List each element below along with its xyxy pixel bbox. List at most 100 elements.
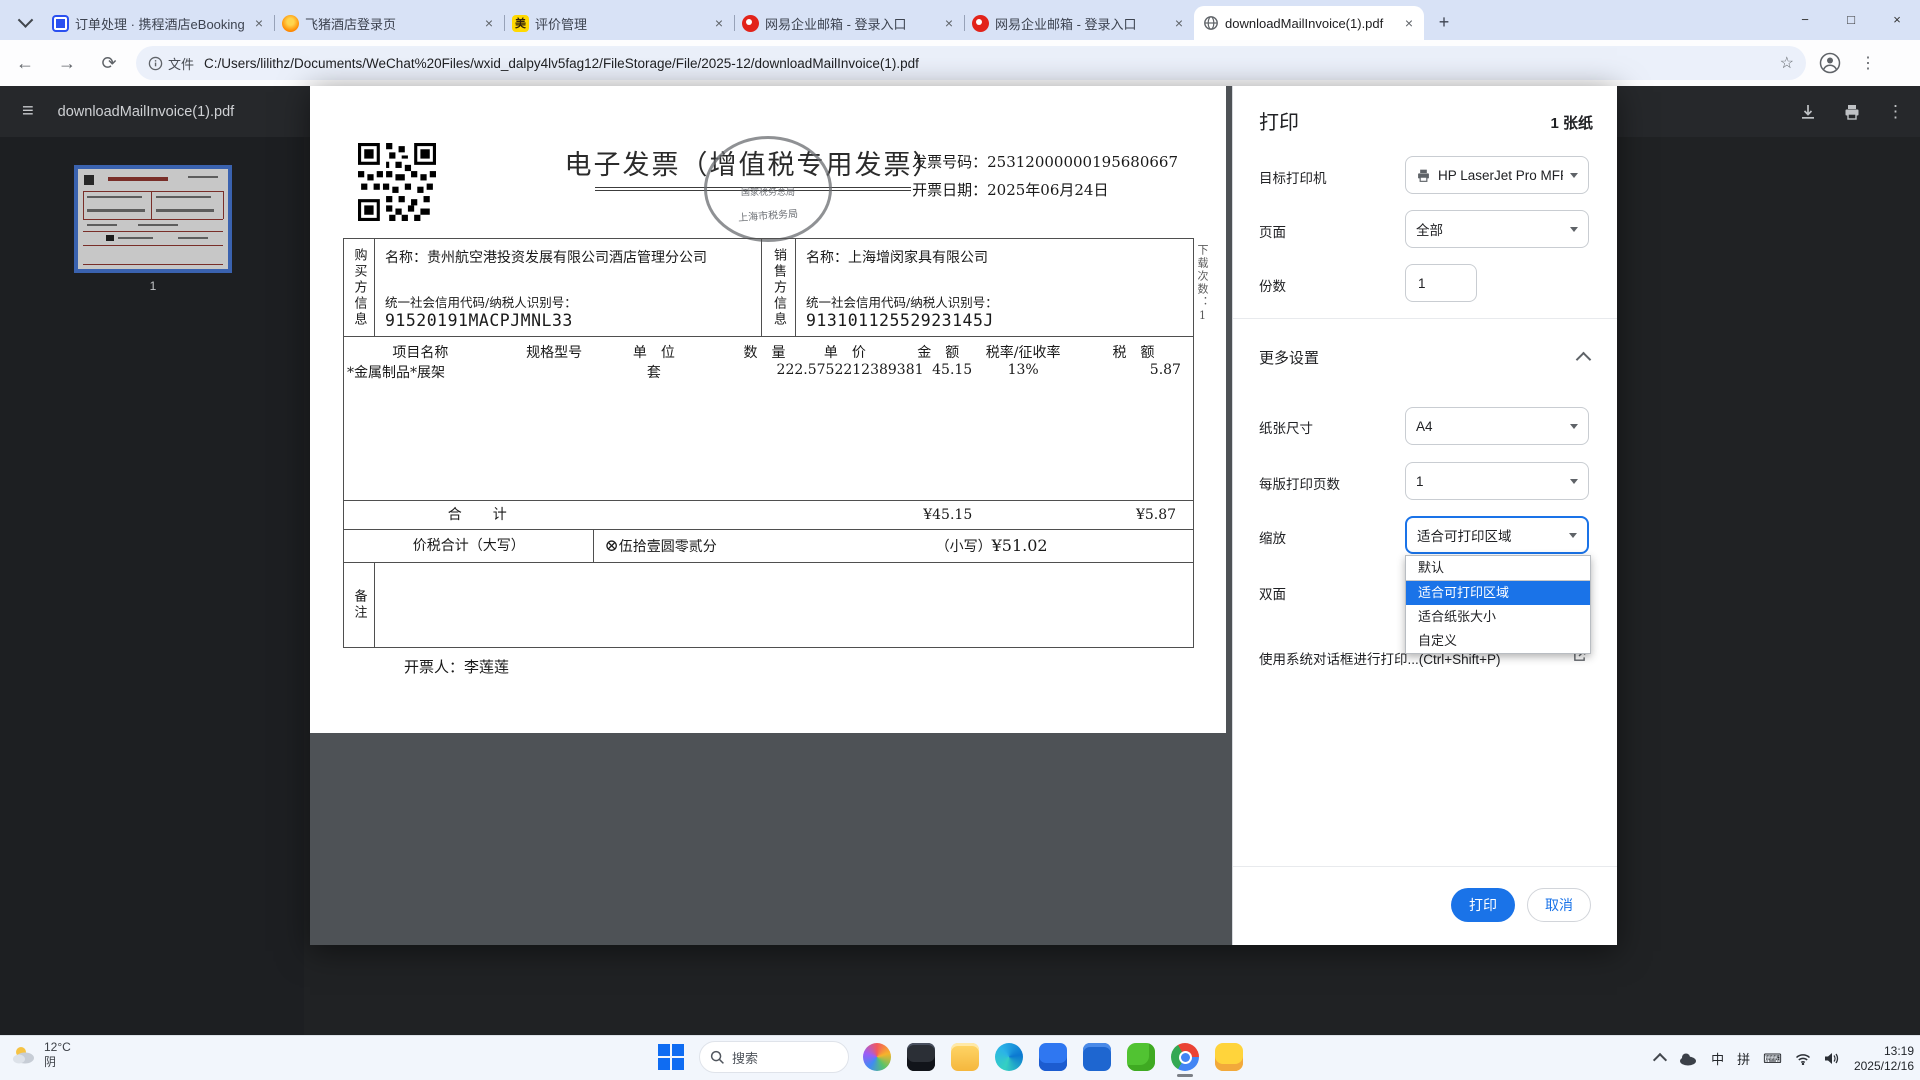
tab-close-icon[interactable]: × <box>482 15 496 31</box>
taskbar-search[interactable]: 搜索 <box>699 1041 849 1073</box>
terminal-app-icon[interactable] <box>905 1041 937 1073</box>
store-app-icon[interactable] <box>1081 1041 1113 1073</box>
tray-expand-icon[interactable] <box>1653 1053 1667 1067</box>
keyboard-icon[interactable]: ⌨ <box>1763 1051 1782 1067</box>
volume-icon[interactable] <box>1824 1052 1839 1065</box>
pdf-more-icon[interactable]: ⋮ <box>1887 102 1904 122</box>
cloud-sync-icon[interactable] <box>1678 1052 1698 1066</box>
screen: 订单处理 · 携程酒店eBooking × 飞猪酒店登录页 × 美 评价管理 ×… <box>0 0 1920 1080</box>
scale-option-custom[interactable]: 自定义 <box>1406 629 1590 653</box>
scale-option-default[interactable]: 默认 <box>1406 556 1590 581</box>
scale-label: 缩放 <box>1259 527 1286 547</box>
tab-review-management[interactable]: 美 评价管理 × <box>504 6 734 40</box>
address-bar[interactable]: 文件 C:/Users/lilithz/Documents/WeChat%20F… <box>136 46 1806 80</box>
print-icon[interactable] <box>1843 103 1861 121</box>
tab-title: 网易企业邮箱 - 登录入口 <box>765 14 936 33</box>
more-settings-header[interactable]: 更多设置 <box>1259 347 1319 368</box>
paper-size-select[interactable]: A4 <box>1405 407 1589 445</box>
network-icon[interactable] <box>1795 1052 1811 1065</box>
divider <box>1233 318 1617 319</box>
bookmark-star-icon[interactable]: ☆ <box>1780 53 1794 73</box>
scale-option-fit-printable[interactable]: 适合可打印区域 <box>1406 581 1590 605</box>
profile-avatar-icon[interactable] <box>1816 49 1844 77</box>
search-placeholder: 搜索 <box>732 1048 758 1067</box>
pages-per-sheet-value: 1 <box>1416 474 1563 489</box>
forward-button[interactable]: → <box>50 46 84 80</box>
printer-icon <box>1416 168 1431 183</box>
window-close-button[interactable]: × <box>1874 0 1920 38</box>
window-minimize-button[interactable]: − <box>1782 0 1828 38</box>
clock-date: 2025/12/16 <box>1854 1059 1914 1074</box>
page-thumbnail[interactable] <box>74 165 232 273</box>
sidebar-toggle-icon[interactable]: ≡ <box>22 100 34 123</box>
tax-bureau-seal: 国家税务总局 上海市税务局 <box>704 136 832 242</box>
taskbar-center: 搜索 <box>655 1041 1245 1073</box>
file-scheme-label: 文件 <box>168 54 194 73</box>
tab-ctrip-ebooking[interactable]: 订单处理 · 携程酒店eBooking × <box>44 6 274 40</box>
pages-per-sheet-select[interactable]: 1 <box>1405 462 1589 500</box>
buyer-info: 名称：贵州航空港投资发展有限公司酒店管理分公司 统一社会信用代码/纳税人识别号：… <box>375 239 762 336</box>
download-icon[interactable] <box>1799 103 1817 121</box>
total-amount: ¥45.15 <box>904 501 972 529</box>
tab-netease-mail-1[interactable]: 网易企业邮箱 - 登录入口 × <box>734 6 964 40</box>
tab-pdf-active[interactable]: downloadMailInvoice(1).pdf × <box>1194 6 1424 40</box>
start-button[interactable] <box>655 1041 687 1073</box>
dropdown-caret-icon <box>1569 533 1577 538</box>
mail-app-icon[interactable] <box>1037 1041 1069 1073</box>
netease-mail-favicon <box>972 15 989 32</box>
sum-content: ⊗伍拾壹圆零贰分 （小写）¥51.02 <box>594 530 1193 562</box>
browser-menu-button[interactable]: ⋮ <box>1854 49 1882 77</box>
tab-close-icon[interactable]: × <box>252 15 266 31</box>
sum-row: 价税合计（大写） ⊗伍拾壹圆零贰分 （小写）¥51.02 <box>344 530 1193 563</box>
wechat-icon[interactable] <box>1125 1041 1157 1073</box>
reload-button[interactable]: ⟳ <box>92 46 126 80</box>
new-tab-button[interactable]: + <box>1430 8 1458 36</box>
paper-size-label: 纸张尺寸 <box>1259 417 1313 437</box>
tab-close-icon[interactable]: × <box>712 15 726 31</box>
destination-value: HP LaserJet Pro MFP M1 <box>1438 168 1563 183</box>
item-price: 22.5752212389381 <box>785 362 904 382</box>
invoice-table: 购买方信息 名称：贵州航空港投资发展有限公司酒店管理分公司 统一社会信用代码/纳… <box>343 238 1194 648</box>
pages-label: 页面 <box>1259 221 1286 241</box>
destination-select[interactable]: HP LaserJet Pro MFP M1 <box>1405 156 1589 194</box>
divider <box>1233 866 1617 867</box>
pdf-viewer: ≡ downloadMailInvoice(1).pdf ⋮ <box>0 86 1920 1035</box>
pages-select[interactable]: 全部 <box>1405 210 1589 248</box>
print-button[interactable]: 打印 <box>1451 888 1515 922</box>
window-maximize-button[interactable]: □ <box>1828 0 1874 38</box>
tab-close-icon[interactable]: × <box>1402 15 1416 31</box>
tab-fliggy-login[interactable]: 飞猪酒店登录页 × <box>274 6 504 40</box>
tab-search-button[interactable] <box>12 8 38 34</box>
scale-value: 适合可打印区域 <box>1417 525 1562 545</box>
total-row: 合 计 ¥45.15 ¥5.87 <box>344 501 1193 530</box>
ctrip-favicon <box>52 15 69 32</box>
sum-label: 价税合计（大写） <box>344 530 594 562</box>
tab-close-icon[interactable]: × <box>1172 15 1186 31</box>
copies-input[interactable]: 1 <box>1405 264 1477 302</box>
print-dialog: 电子发票（增值税专用发票） 国家税务总局 上海市税务局 发票号码：2531200… <box>310 86 1617 945</box>
cancel-button[interactable]: 取消 <box>1527 888 1591 922</box>
check-symbol: ⊗ <box>604 536 618 556</box>
tab-close-icon[interactable]: × <box>942 15 956 31</box>
tab-netease-mail-2[interactable]: 网易企业邮箱 - 登录入口 × <box>964 6 1194 40</box>
ime-mode-indicator[interactable]: 拼 <box>1737 1049 1750 1068</box>
meeting-app-icon[interactable] <box>861 1041 893 1073</box>
ime-language-indicator[interactable]: 中 <box>1711 1049 1724 1068</box>
taskbar-weather[interactable]: 12°C 阴 <box>10 1040 71 1070</box>
taskbar-clock[interactable]: 13:19 2025/12/16 <box>1854 1044 1914 1074</box>
edge-browser-icon[interactable] <box>993 1041 1025 1073</box>
weather-temp: 12°C <box>44 1040 71 1055</box>
back-button[interactable]: ← <box>8 46 42 80</box>
chrome-icon[interactable] <box>1169 1041 1201 1073</box>
file-scheme-chip[interactable]: 文件 <box>148 54 204 73</box>
shopping-app-icon[interactable] <box>1213 1041 1245 1073</box>
scale-select[interactable]: 适合可打印区域 <box>1405 516 1589 554</box>
item-spec <box>497 362 612 382</box>
url-text[interactable]: C:/Users/lilithz/Documents/WeChat%20File… <box>204 56 1772 71</box>
print-preview-pane: 电子发票（增值税专用发票） 国家税务总局 上海市税务局 发票号码：2531200… <box>310 86 1232 945</box>
file-explorer-icon[interactable] <box>949 1041 981 1073</box>
remark-content <box>375 563 1193 647</box>
scale-option-fit-paper[interactable]: 适合纸张大小 <box>1406 605 1590 629</box>
buyer-tax-id: 统一社会信用代码/纳税人识别号：91520191MACPJMNL33 <box>385 292 753 330</box>
collapse-chevron-icon[interactable] <box>1576 352 1592 368</box>
